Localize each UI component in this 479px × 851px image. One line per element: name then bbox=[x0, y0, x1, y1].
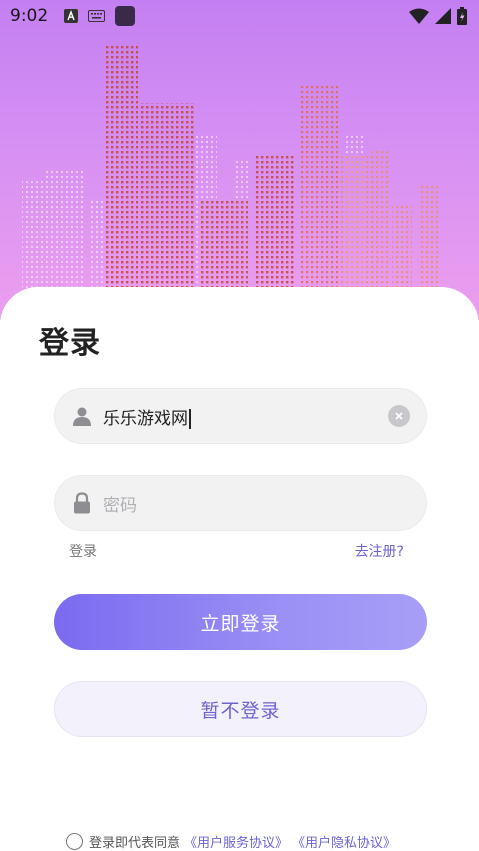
page-title: 登录 bbox=[39, 326, 101, 361]
app-square-icon bbox=[115, 6, 136, 26]
text-a-icon bbox=[64, 9, 79, 23]
text-caret bbox=[189, 408, 191, 429]
skip-login-button[interactable]: 暂不登录 bbox=[54, 681, 427, 737]
status-bar: 9:02 bbox=[0, 0, 479, 32]
password-field[interactable]: 密码 bbox=[54, 475, 427, 531]
status-time: 9:02 bbox=[10, 6, 49, 26]
agreement-radio[interactable] bbox=[66, 833, 83, 850]
wifi-icon bbox=[409, 8, 429, 24]
user-icon bbox=[71, 405, 93, 427]
hero-banner bbox=[0, 0, 479, 320]
keyboard-icon bbox=[88, 10, 106, 22]
city-skyline-illustration bbox=[22, 45, 438, 290]
privacy-agreement-link[interactable]: 《用户隐私协议》 bbox=[292, 832, 396, 851]
agreement-text: 登录即代表同意 bbox=[89, 836, 181, 851]
password-input[interactable]: 密码 bbox=[103, 491, 410, 516]
agreement-row: 登录即代表同意 《用户服务协议》 《用户隐私协议》 bbox=[66, 832, 396, 851]
login-now-button[interactable]: 立即登录 bbox=[54, 594, 427, 650]
register-link[interactable]: 去注册? bbox=[355, 541, 404, 561]
login-link[interactable]: 登录 bbox=[69, 541, 97, 561]
login-card bbox=[0, 287, 479, 851]
status-right-icons bbox=[409, 7, 467, 25]
battery-icon bbox=[457, 7, 467, 25]
lock-icon bbox=[71, 492, 93, 514]
username-field[interactable]: 乐乐游戏网 bbox=[54, 388, 427, 444]
signal-icon bbox=[435, 8, 451, 24]
clear-icon[interactable] bbox=[388, 405, 410, 427]
service-agreement-link[interactable]: 《用户服务协议》 bbox=[184, 832, 288, 851]
username-input[interactable]: 乐乐游戏网 bbox=[103, 404, 388, 429]
status-left-icons bbox=[64, 6, 136, 26]
